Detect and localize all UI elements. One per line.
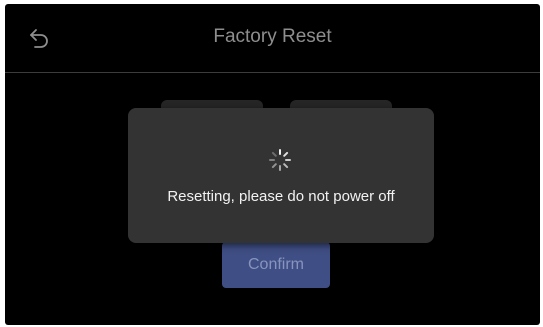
page-title: Factory Reset [213,26,332,47]
device-screen: Factory Reset Confirm Resetting, please … [5,4,540,325]
confirm-button[interactable]: Confirm [222,242,330,288]
loading-spinner-icon [269,149,291,171]
header-bar: Factory Reset [5,4,540,73]
dialog-message: Resetting, please do not power off [167,188,395,205]
resetting-dialog: Resetting, please do not power off [128,108,434,243]
